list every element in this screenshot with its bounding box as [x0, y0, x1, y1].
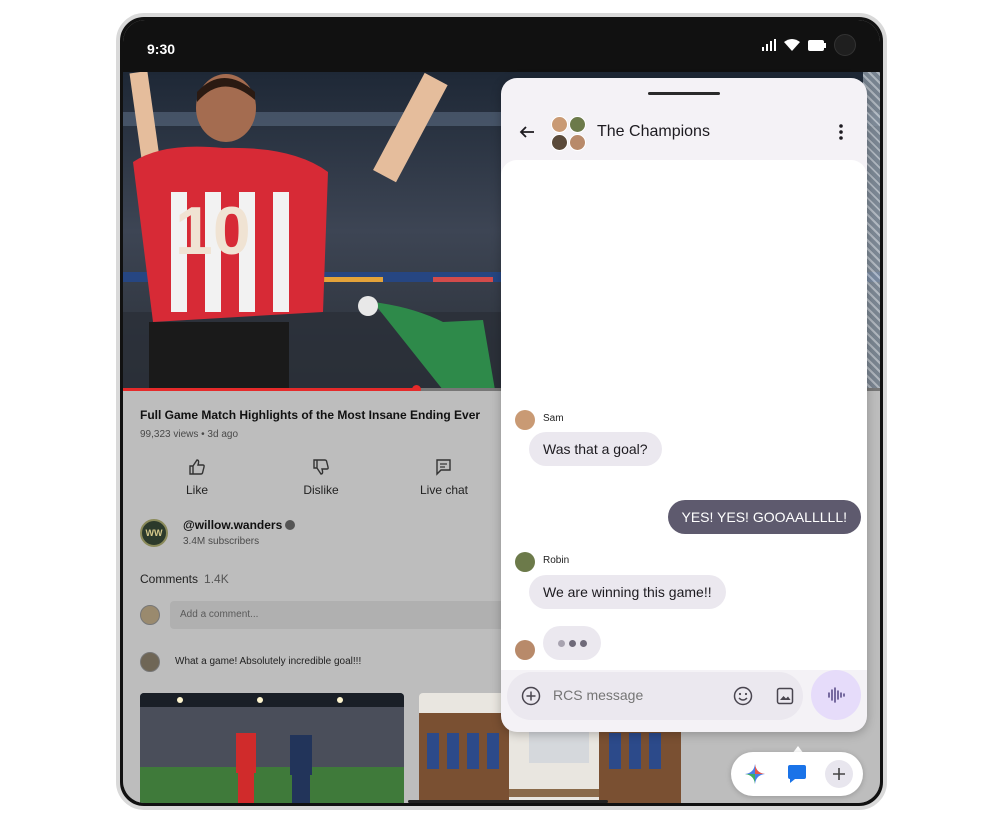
video-title: Full Game Match Highlights of the Most I… [140, 408, 481, 422]
drag-handle[interactable] [648, 92, 720, 95]
image-icon [776, 687, 794, 705]
channel-avatar[interactable]: WW [140, 519, 168, 547]
comments-count: 1.4K [204, 572, 229, 586]
status-bar: 9:30 [123, 20, 880, 72]
conversation: Sam Was that a goal? YES! YES! GOOAALLLL… [501, 160, 867, 670]
device-frame: 9:30 10 Full Game Match Highlights of th… [116, 13, 887, 810]
like-button[interactable]: Like [157, 455, 237, 497]
verified-badge-icon [285, 520, 296, 530]
thumbs-up-icon [189, 459, 205, 475]
live-chat-label: Live chat [419, 483, 469, 497]
thumbnail-match[interactable] [140, 693, 404, 803]
live-chat-icon [436, 459, 451, 476]
more-vert-icon [839, 124, 843, 140]
channel-name[interactable]: @willow.wanders [183, 518, 296, 532]
message-outgoing[interactable]: YES! YES! GOOAALLLLL! [667, 500, 861, 534]
thumbs-down-icon [313, 459, 329, 475]
channel-handle: @willow.wanders [183, 518, 283, 532]
stadium-thumbnail-image [140, 693, 404, 803]
top-comment: What a game! Absolutely incredible goal!… [175, 656, 362, 667]
bubble-bar [731, 752, 863, 796]
back-button[interactable] [515, 120, 539, 144]
chat-title[interactable]: The Champions [597, 123, 710, 141]
dislike-label: Dislike [303, 483, 339, 497]
robin-avatar [515, 552, 535, 572]
jersey-number: 10 [175, 193, 251, 269]
gallery-button[interactable] [773, 684, 797, 708]
wifi-icon [784, 39, 800, 51]
typing-indicator [543, 626, 601, 660]
live-chat-button[interactable]: Live chat [404, 455, 484, 497]
chat-header: The Champions [501, 108, 867, 160]
channel-subscribers: 3.4M subscribers [183, 536, 260, 547]
signal-icon [762, 39, 776, 51]
gemini-bubble[interactable] [741, 760, 769, 788]
message-incoming[interactable]: Was that a goal? [529, 432, 662, 466]
message-input[interactable] [553, 687, 713, 703]
comments-header[interactable]: Comments 1.4K [140, 572, 229, 586]
screen: 9:30 10 Full Game Match Highlights of th… [123, 20, 880, 803]
sender-robin: Robin [543, 555, 570, 566]
message-composer [507, 672, 803, 720]
attach-button[interactable] [519, 684, 543, 708]
typing-user-avatar [515, 640, 535, 660]
voice-message-button[interactable] [811, 670, 861, 720]
add-bubble-button[interactable] [825, 760, 853, 788]
emoji-icon [733, 686, 753, 706]
front-camera [834, 34, 856, 56]
gesture-navigation-bar[interactable] [408, 800, 608, 803]
add-circle-icon [521, 686, 541, 706]
video-meta: 99,323 views • 3d ago [140, 429, 239, 440]
audio-waveform-icon [828, 687, 845, 703]
status-time: 9:30 [147, 41, 176, 57]
sparkle-icon [745, 764, 765, 784]
commenter-avatar [140, 652, 160, 672]
user-avatar [140, 605, 160, 625]
more-options-button[interactable] [829, 120, 853, 144]
comments-label: Comments [140, 572, 199, 586]
chat-bubble-window: The Champions Sam Was that a goal? YES! … [501, 78, 867, 732]
sender-sam: Sam [543, 413, 564, 424]
arrow-back-icon [519, 126, 534, 138]
sam-avatar [515, 410, 535, 430]
battery-icon [808, 39, 826, 51]
dislike-button[interactable]: Dislike [281, 455, 361, 497]
messages-app-icon [788, 765, 806, 783]
group-avatar[interactable] [547, 114, 587, 154]
message-incoming[interactable]: We are winning this game!! [529, 575, 726, 609]
emoji-button[interactable] [731, 684, 755, 708]
messages-bubble[interactable] [783, 760, 811, 788]
status-icons [762, 34, 856, 56]
add-comment-input[interactable]: Add a comment... [170, 601, 530, 629]
like-label: Like [185, 483, 208, 497]
plus-icon [833, 768, 845, 780]
